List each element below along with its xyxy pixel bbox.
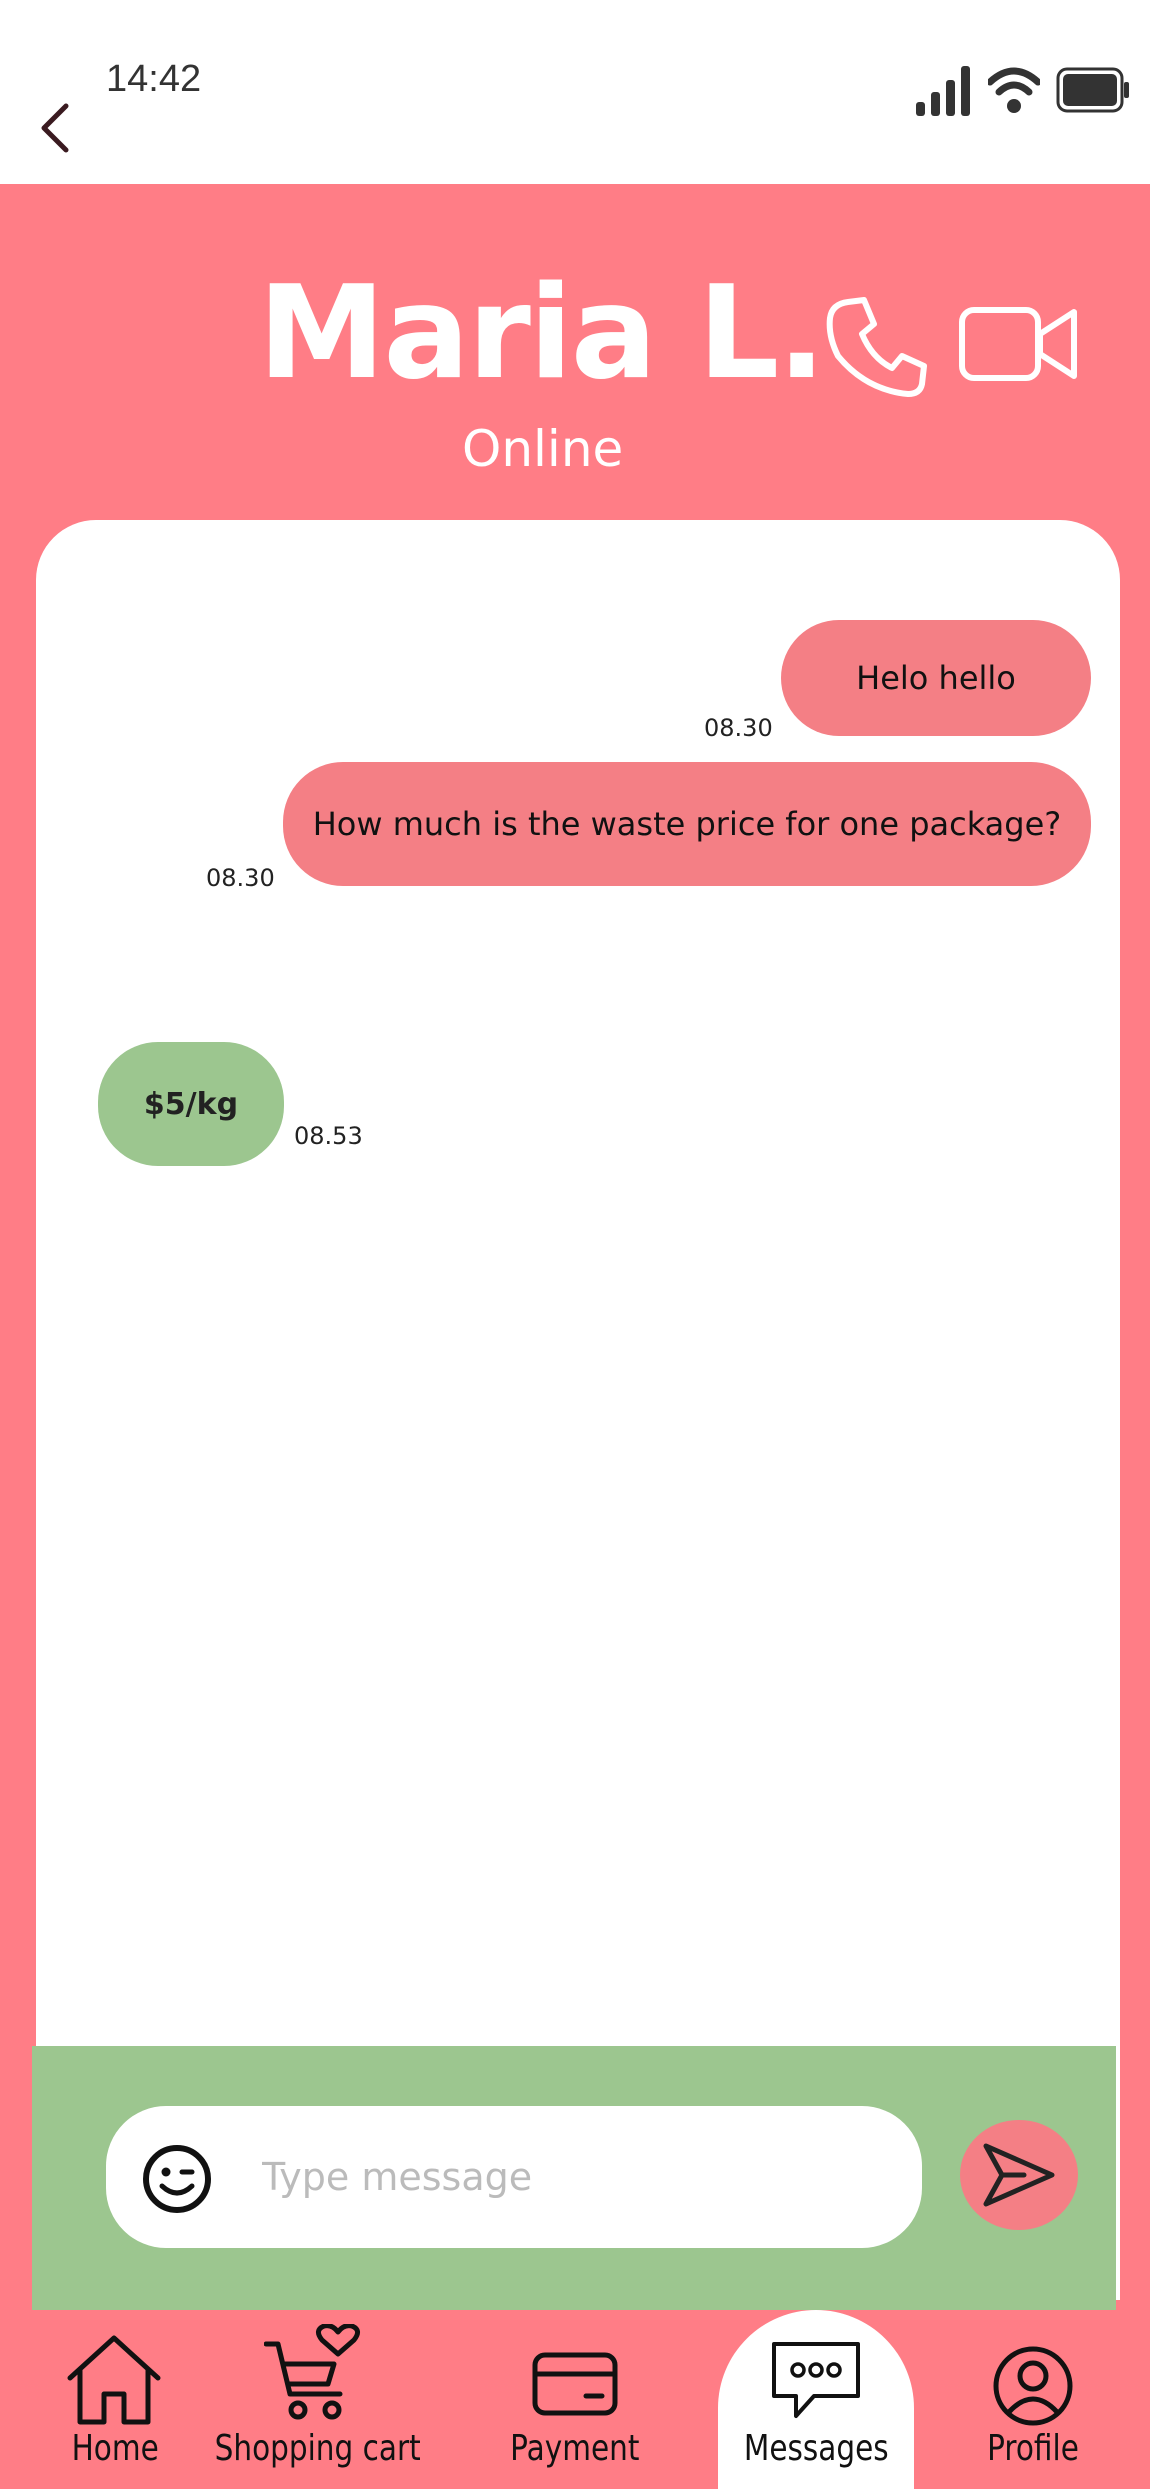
message-input-container [106, 2106, 922, 2248]
send-icon [983, 2143, 1055, 2207]
emoji-button[interactable] [142, 2144, 212, 2214]
nav-item-home[interactable]: Home [40, 2310, 190, 2489]
status-time: 14:42 [106, 58, 202, 100]
nav-item-profile[interactable]: Profile [958, 2310, 1108, 2489]
chat-header: Maria L. Online [0, 184, 1150, 520]
phone-icon [826, 297, 927, 397]
call-button[interactable] [826, 296, 928, 398]
message-text: $5/kg [143, 1086, 239, 1122]
back-button[interactable] [36, 100, 76, 156]
status-bar: 14:42 [0, 0, 1150, 184]
send-button[interactable] [960, 2120, 1078, 2230]
nav-label-shopping-cart: Shopping cart [214, 2428, 422, 2469]
shopping-cart-icon [264, 2324, 360, 2420]
home-icon [67, 2335, 161, 2425]
status-icons [916, 64, 1130, 116]
nav-item-payment[interactable]: Payment [500, 2310, 650, 2489]
message-bubble-outgoing: How much is the waste price for one pack… [283, 762, 1091, 886]
emoji-icon [143, 2145, 211, 2213]
nav-item-messages[interactable]: Messages [718, 2310, 914, 2489]
nav-item-shopping-cart[interactable]: Shopping cart [208, 2310, 428, 2489]
chat-panel: Helo hello 08.30 How much is the waste p… [36, 520, 1120, 2300]
message-timestamp: 08.30 [704, 714, 773, 742]
wifi-icon [988, 67, 1040, 113]
video-camera-icon [959, 307, 1077, 381]
battery-icon [1056, 67, 1129, 113]
video-call-button[interactable] [958, 304, 1078, 384]
back-chevron-icon [41, 103, 69, 153]
user-icon [993, 2346, 1073, 2426]
chat-bubble-icon [772, 2342, 860, 2418]
message-input[interactable] [262, 2142, 882, 2212]
nav-label-home: Home [71, 2428, 159, 2469]
nav-label-payment: Payment [510, 2428, 640, 2469]
bottom-navigation: Home Shopping cart Payment Messages Prof… [0, 2310, 1150, 2489]
signal-icon [916, 66, 970, 116]
contact-status: Online [462, 420, 624, 478]
credit-card-icon [532, 2352, 618, 2416]
message-text: How much is the waste price for one pack… [312, 805, 1062, 843]
message-bubble-outgoing: Helo hello [781, 620, 1091, 736]
message-timestamp: 08.30 [206, 864, 275, 892]
nav-label-messages: Messages [743, 2428, 889, 2469]
message-composer [32, 2046, 1116, 2310]
contact-name: Maria L. [258, 259, 826, 408]
message-timestamp: 08.53 [294, 1122, 363, 1150]
message-bubble-incoming: $5/kg [98, 1042, 284, 1166]
message-text: Helo hello [856, 659, 1016, 697]
nav-label-profile: Profile [987, 2428, 1079, 2469]
